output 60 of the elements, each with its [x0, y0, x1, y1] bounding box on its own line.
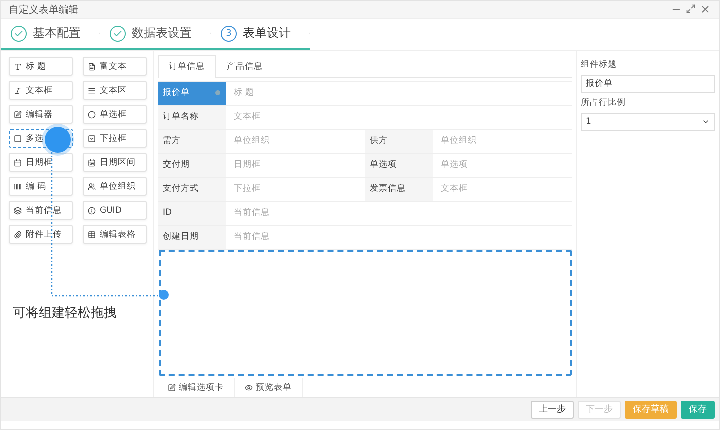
- eye-icon: [245, 384, 253, 392]
- drop-area[interactable]: [159, 250, 572, 376]
- component-item[interactable]: 文本框: [9, 81, 73, 100]
- component-item[interactable]: 当前信息: [9, 201, 73, 220]
- drag-cursor: [42, 124, 74, 156]
- property-label: 所占行比例: [581, 97, 627, 109]
- component-item[interactable]: 编辑表格: [83, 225, 147, 244]
- component-item[interactable]: GUID: [83, 201, 147, 220]
- field-label[interactable]: 创建日期: [158, 226, 226, 249]
- field-label[interactable]: 交付期: [158, 154, 226, 177]
- field-label[interactable]: 单选项: [365, 154, 433, 177]
- component-item[interactable]: 单位组织: [83, 177, 147, 196]
- component-item[interactable]: 日期框: [9, 153, 73, 172]
- drag-hint: 可将组建轻松拖拽: [13, 305, 118, 322]
- field-label[interactable]: 发票信息: [365, 178, 433, 201]
- component-icon: [88, 206, 96, 214]
- close-icon[interactable]: [700, 4, 711, 15]
- footer-button[interactable]: 上一步: [531, 400, 574, 418]
- component-item[interactable]: 附件上传: [9, 225, 73, 244]
- component-item[interactable]: 下拉框: [83, 129, 147, 148]
- component-item[interactable]: 编辑器: [9, 105, 73, 124]
- caret-icon: [702, 118, 710, 126]
- field-label[interactable]: 支付方式: [158, 178, 226, 201]
- form-tab[interactable]: 产品信息: [216, 55, 274, 78]
- handle-icon[interactable]: [215, 90, 221, 96]
- component-icon: [14, 86, 22, 94]
- component-item[interactable]: 标 题: [9, 57, 73, 76]
- component-icon: [88, 158, 96, 166]
- field-label[interactable]: ID: [158, 202, 226, 225]
- maximize-icon[interactable]: [686, 4, 696, 14]
- component-icon: [14, 230, 22, 238]
- component-icon: [88, 134, 96, 142]
- component-item[interactable]: 日期区间: [83, 153, 147, 172]
- component-icon: [14, 62, 22, 70]
- check-icon: [110, 26, 126, 42]
- component-icon: [88, 182, 96, 190]
- component-icon: [88, 230, 96, 238]
- component-icon: [14, 134, 22, 142]
- component-icon: [88, 62, 96, 70]
- window-title: 自定义表单编辑: [9, 4, 80, 16]
- component-icon: [14, 158, 22, 166]
- property-label: 组件标题: [581, 59, 618, 71]
- step-number: 3: [221, 26, 237, 42]
- ratio-select[interactable]: 1: [581, 113, 715, 131]
- field-label[interactable]: 订单名称: [158, 106, 226, 129]
- component-icon: [14, 206, 22, 214]
- field-label[interactable]: 需方: [158, 130, 226, 153]
- title-input[interactable]: 报价单: [581, 75, 715, 93]
- form-tab[interactable]: 订单信息: [158, 55, 216, 78]
- component-icon: [14, 110, 22, 118]
- component-item[interactable]: 富文本: [83, 57, 147, 76]
- component-icon: [14, 182, 22, 190]
- edit-icon: [168, 384, 176, 392]
- component-item[interactable]: 文本区: [83, 81, 147, 100]
- component-icon: [88, 110, 96, 118]
- field-label[interactable]: 供方: [365, 130, 433, 153]
- component-item[interactable]: 编 码: [9, 177, 73, 196]
- component-icon: [88, 86, 96, 94]
- check-icon: [11, 26, 27, 42]
- component-item[interactable]: 单选框: [83, 105, 147, 124]
